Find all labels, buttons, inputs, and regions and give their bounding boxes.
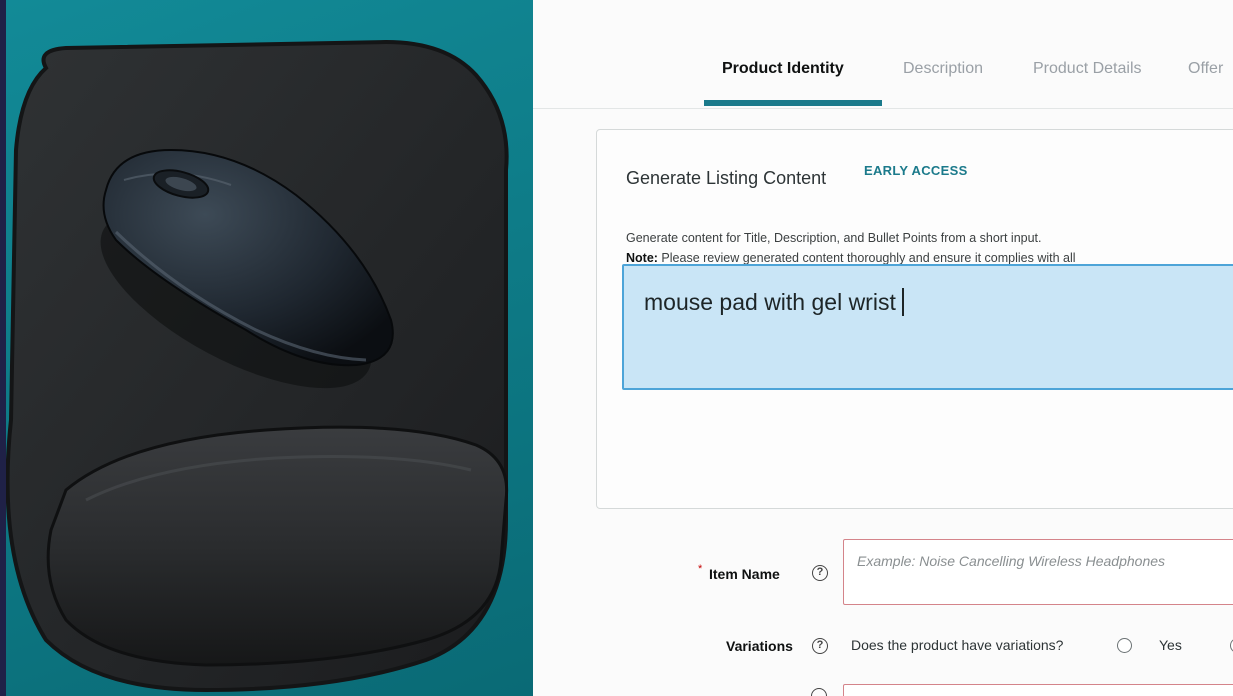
next-field-help-icon[interactable] [811, 688, 827, 696]
item-name-label: Item Name [709, 566, 780, 582]
next-field-input[interactable] [843, 684, 1233, 696]
active-tab-indicator [704, 100, 882, 106]
generate-listing-card: Generate Listing Content EARLY ACCESS Ge… [596, 129, 1233, 509]
generate-input-text: mouse pad with gel wrist [644, 288, 904, 316]
note-label: Note: [626, 251, 658, 265]
mouse-pad-illustration [6, 39, 509, 693]
listing-form: Product Identity Description Product Det… [533, 0, 1233, 696]
variations-help-icon[interactable]: ? [812, 638, 828, 654]
note-text: Please review generated content thorough… [657, 251, 1076, 265]
generate-input[interactable]: mouse pad with gel wrist [622, 264, 1233, 390]
variations-label: Variations [726, 638, 793, 654]
tab-product-identity[interactable]: Product Identity [722, 60, 844, 78]
variations-yes-radio[interactable] [1117, 638, 1132, 653]
item-name-input[interactable]: Example: Noise Cancelling Wireless Headp… [843, 539, 1233, 605]
variations-question: Does the product have variations? [851, 637, 1064, 653]
card-title: Generate Listing Content [626, 168, 827, 188]
item-name-help-icon[interactable]: ? [812, 565, 828, 581]
early-access-badge: EARLY ACCESS [864, 163, 968, 178]
tab-description[interactable]: Description [903, 60, 983, 78]
text-caret [901, 288, 904, 316]
tab-product-details[interactable]: Product Details [1033, 60, 1142, 78]
required-marker: * [698, 563, 703, 575]
product-photo [6, 0, 533, 696]
variations-yes-label: Yes [1159, 637, 1182, 653]
generate-input-value: mouse pad with gel wrist [644, 289, 896, 315]
card-description: Generate content for Title, Description,… [626, 231, 1042, 245]
card-note: Note: Please review generated content th… [626, 251, 1076, 265]
screenshot-frame: Product Identity Description Product Det… [6, 0, 1233, 696]
item-name-placeholder: Example: Noise Cancelling Wireless Headp… [857, 553, 1166, 569]
tab-offer[interactable]: Offer [1188, 60, 1223, 78]
tab-bar: Product Identity Description Product Det… [533, 0, 1233, 109]
